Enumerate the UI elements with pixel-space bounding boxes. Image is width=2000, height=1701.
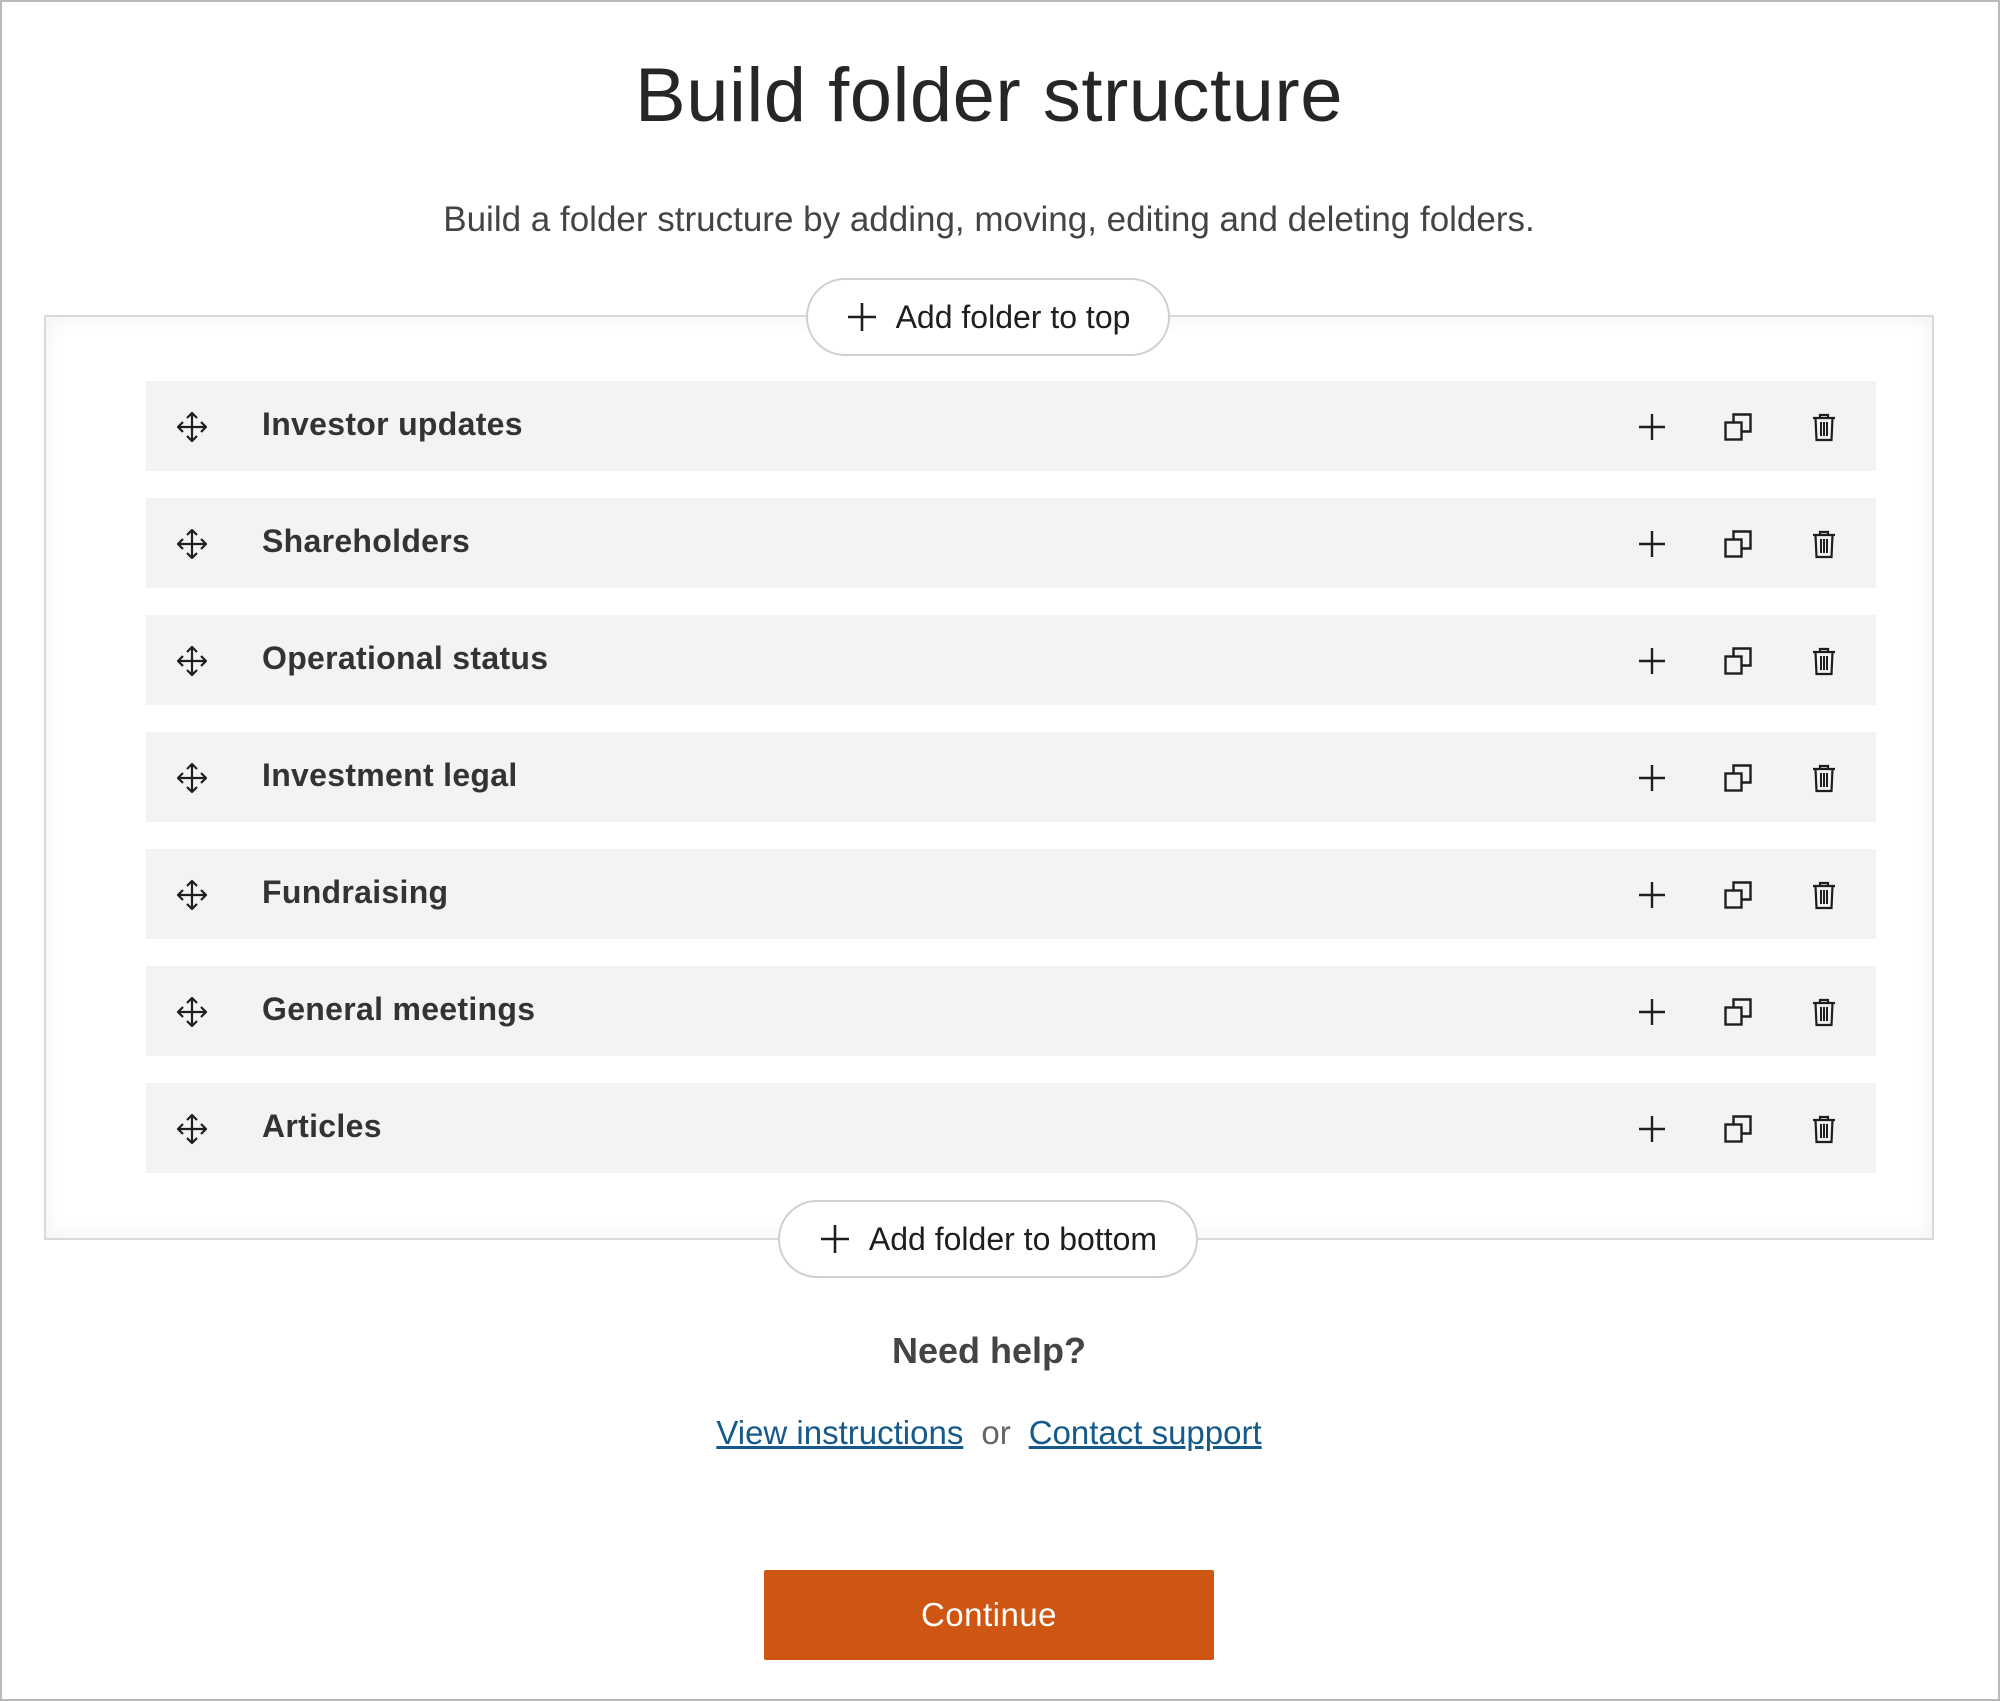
duplicate-icon	[1724, 1115, 1752, 1143]
duplicate-icon	[1724, 881, 1752, 909]
help-links: View instructions or Contact support	[0, 1414, 1978, 1452]
move-arrows-icon[interactable]	[176, 879, 208, 911]
plus-icon	[1639, 765, 1665, 791]
or-separator: or	[981, 1414, 1011, 1451]
trash-icon	[1813, 1115, 1835, 1144]
delete-folder-button[interactable]	[1800, 403, 1848, 451]
add-subfolder-button[interactable]	[1628, 637, 1676, 685]
folder-name[interactable]: Investment legal	[262, 732, 518, 822]
plus-icon	[847, 303, 876, 331]
folder-name[interactable]: Investor updates	[262, 381, 523, 471]
folder-actions	[1628, 403, 1848, 451]
folder-list: Investor updates Shareholders Operationa…	[146, 381, 1876, 1200]
contact-support-link[interactable]: Contact support	[1029, 1414, 1262, 1451]
trash-icon	[1813, 647, 1835, 676]
page-title: Build folder structure	[635, 53, 1343, 138]
add-subfolder-button[interactable]	[1628, 754, 1676, 802]
folder-actions	[1628, 988, 1848, 1036]
folder-row: Investor updates	[146, 381, 1876, 471]
plus-icon	[1639, 414, 1665, 440]
duplicate-folder-button[interactable]	[1714, 637, 1762, 685]
folder-name[interactable]: Operational status	[262, 615, 548, 705]
move-arrows-icon[interactable]	[176, 762, 208, 794]
delete-folder-button[interactable]	[1800, 520, 1848, 568]
duplicate-folder-button[interactable]	[1714, 871, 1762, 919]
folder-actions	[1628, 871, 1848, 919]
duplicate-icon	[1724, 998, 1752, 1026]
folder-actions	[1628, 754, 1848, 802]
page-subtitle: Build a folder structure by adding, movi…	[443, 200, 1535, 239]
duplicate-icon	[1724, 764, 1752, 792]
move-arrows-icon[interactable]	[176, 645, 208, 677]
move-arrows-icon[interactable]	[176, 996, 208, 1028]
folder-row: General meetings	[146, 966, 1876, 1056]
delete-folder-button[interactable]	[1800, 637, 1848, 685]
trash-icon	[1813, 530, 1835, 559]
plus-icon	[820, 1225, 849, 1253]
folder-row: Fundraising	[146, 849, 1876, 939]
duplicate-folder-button[interactable]	[1714, 520, 1762, 568]
delete-folder-button[interactable]	[1800, 988, 1848, 1036]
duplicate-icon	[1724, 413, 1752, 441]
duplicate-folder-button[interactable]	[1714, 988, 1762, 1036]
add-folder-to-top-label: Add folder to top	[895, 298, 1131, 335]
add-subfolder-button[interactable]	[1628, 988, 1676, 1036]
folder-actions	[1628, 637, 1848, 685]
duplicate-folder-button[interactable]	[1714, 1105, 1762, 1153]
add-subfolder-button[interactable]	[1628, 403, 1676, 451]
trash-icon	[1813, 764, 1835, 793]
move-arrows-icon[interactable]	[176, 528, 208, 560]
add-subfolder-button[interactable]	[1628, 871, 1676, 919]
plus-icon	[1639, 648, 1665, 674]
add-subfolder-button[interactable]	[1628, 520, 1676, 568]
duplicate-folder-button[interactable]	[1714, 403, 1762, 451]
folder-row: Shareholders	[146, 498, 1876, 588]
folder-name[interactable]: Shareholders	[262, 498, 470, 588]
folder-actions	[1628, 520, 1848, 568]
folder-name[interactable]: General meetings	[262, 966, 535, 1056]
trash-icon	[1813, 881, 1835, 910]
plus-icon	[1639, 1116, 1665, 1142]
continue-button[interactable]: Continue	[764, 1570, 1214, 1660]
add-folder-to-top-button[interactable]: Add folder to top	[806, 278, 1170, 356]
trash-icon	[1813, 998, 1835, 1027]
move-arrows-icon[interactable]	[176, 411, 208, 443]
help-heading: Need help?	[891, 1330, 1087, 1371]
folder-actions	[1628, 1105, 1848, 1153]
folder-name[interactable]: Fundraising	[262, 849, 448, 939]
delete-folder-button[interactable]	[1800, 754, 1848, 802]
add-folder-to-bottom-label: Add folder to bottom	[868, 1220, 1158, 1257]
plus-icon	[1639, 531, 1665, 557]
delete-folder-button[interactable]	[1800, 871, 1848, 919]
add-subfolder-button[interactable]	[1628, 1105, 1676, 1153]
view-instructions-link[interactable]: View instructions	[716, 1414, 963, 1451]
folder-name[interactable]: Articles	[262, 1083, 382, 1173]
delete-folder-button[interactable]	[1800, 1105, 1848, 1153]
folder-row: Investment legal	[146, 732, 1876, 822]
trash-icon	[1813, 413, 1835, 442]
duplicate-folder-button[interactable]	[1714, 754, 1762, 802]
duplicate-icon	[1724, 647, 1752, 675]
folder-row: Articles	[146, 1083, 1876, 1173]
duplicate-icon	[1724, 530, 1752, 558]
folder-row: Operational status	[146, 615, 1876, 705]
move-arrows-icon[interactable]	[176, 1113, 208, 1145]
plus-icon	[1639, 882, 1665, 908]
plus-icon	[1639, 999, 1665, 1025]
add-folder-to-bottom-button[interactable]: Add folder to bottom	[778, 1200, 1198, 1278]
